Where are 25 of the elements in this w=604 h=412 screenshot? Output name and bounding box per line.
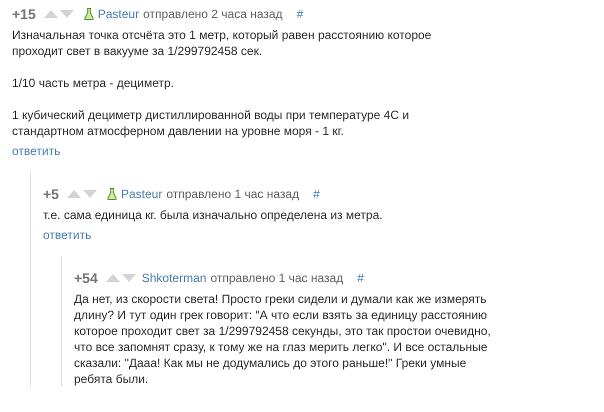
- comment-text: 1 кубический дециметр дистиллированной воды при температуре 4С и стандартном атмосферном давлении на уровне моря - 1 кг.: [12, 107, 410, 139]
- comment-text: Да нет, из скорости света! Просто греки сидели и думали как же измерять длину? И тут один грек говорит: "А что если взять за единицу расстоянию которое проходит свет за 1/299792458 секунды, это так простои очевидно, что все запомнят сразу, к тому же на глаз мерить легко". И все остальные сказали: "Дааа! Как мы не додумались до этого раньше!" Греки умные ребята были.: [74, 291, 492, 387]
- upvote-icon[interactable]: [106, 274, 120, 282]
- rating: +54: [74, 268, 98, 288]
- comment-text: Изначальная точка отсчёта это 1 метр, который равен расстоянию которое проходит свет в вакууме за 1/299792458 сек.: [12, 27, 432, 59]
- rating: +5: [43, 184, 59, 204]
- downvote-icon[interactable]: [60, 10, 74, 18]
- permalink[interactable]: #: [296, 5, 304, 23]
- downvote-icon[interactable]: [122, 274, 136, 282]
- post-time: отправлено 2 часа назад: [143, 6, 283, 23]
- reply-link[interactable]: ответить: [12, 142, 60, 160]
- upvote-icon[interactable]: [66, 190, 81, 198]
- permalink[interactable]: #: [357, 269, 364, 287]
- author-link[interactable]: Pasteur: [98, 5, 140, 23]
- rating: +15: [12, 4, 36, 24]
- reply-link[interactable]: ответить: [43, 226, 92, 244]
- post-time: отправлено 1 час назад: [166, 186, 300, 203]
- comment-text: 1/10 часть метра - дециметр.: [12, 75, 176, 91]
- comment-text: т.е. сама единица кг. была изначально определена из метра.: [43, 207, 384, 223]
- upvote-icon[interactable]: [44, 10, 58, 18]
- author-link[interactable]: Pasteur: [120, 185, 162, 203]
- author-link[interactable]: Shkoterman: [142, 269, 206, 287]
- downvote-icon[interactable]: [82, 190, 97, 198]
- permalink[interactable]: #: [313, 185, 320, 203]
- post-time: отправлено 1 час назад: [210, 270, 344, 287]
